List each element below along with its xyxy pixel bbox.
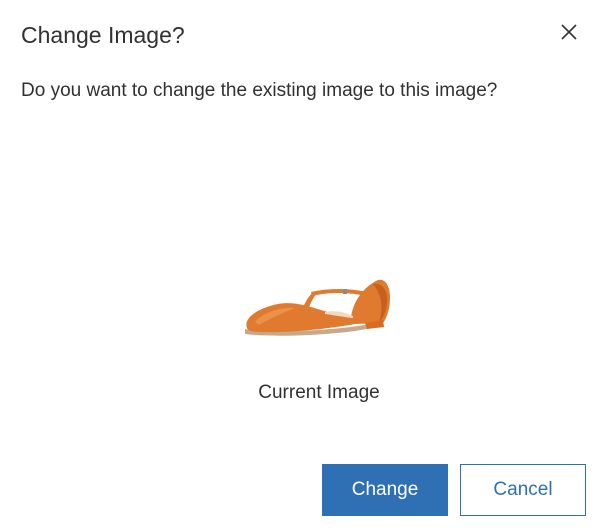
change-button[interactable]: Change: [322, 464, 448, 516]
shoe-image: [245, 279, 390, 336]
close-icon: [561, 24, 577, 40]
current-image: [233, 262, 403, 352]
change-image-dialog: Change Image? Do you want to change the …: [0, 0, 609, 532]
cancel-button[interactable]: Cancel: [460, 464, 586, 516]
dialog-message: Do you want to change the existing image…: [21, 80, 498, 101]
dialog-title: Change Image?: [21, 22, 185, 48]
close-button[interactable]: [554, 17, 584, 47]
image-caption: Current Image: [258, 382, 380, 403]
